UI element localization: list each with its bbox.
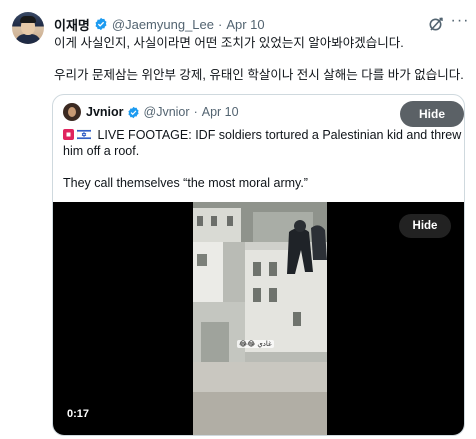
video-timestamp: 0:17 xyxy=(67,408,90,420)
quoted-author-name[interactable]: Jvnior xyxy=(86,105,124,119)
video-caption-emoji: 😂😂 xyxy=(239,341,256,348)
video-player[interactable]: 😂😂 غادي Hide 0:17 xyxy=(53,202,464,435)
video-hide-button[interactable]: Hide xyxy=(399,214,451,238)
tweet-text-line-2: 우리가 문제삼는 위안부 강제, 유태인 학살이나 전시 살해는 다를 바가 없… xyxy=(54,68,464,82)
video-still-image xyxy=(193,202,327,435)
video-caption: 😂😂 غادي xyxy=(237,340,274,348)
separator-dot: · xyxy=(218,16,223,32)
verified-badge-icon xyxy=(127,106,139,118)
quoted-text: LIVE FOOTAGE: IDF soldiers tortured a Pa… xyxy=(97,128,462,142)
grok-icon[interactable] xyxy=(428,16,444,32)
author-avatar[interactable] xyxy=(12,12,44,44)
palestine-flag-icon xyxy=(63,129,74,140)
tweet-header: 이재명 @Jaemyung_Lee · Apr 10 xyxy=(54,14,265,34)
quoted-tweet[interactable]: Jvnior @Jvnior · Apr 10 Hide LIVE FOOTAG… xyxy=(52,94,465,436)
verified-badge-icon xyxy=(95,17,107,31)
israel-flag-icon xyxy=(77,129,91,140)
separator-dot: · xyxy=(193,105,198,119)
author-name[interactable]: 이재명 xyxy=(54,15,90,34)
more-icon[interactable]: ··· xyxy=(450,13,470,34)
quoted-text-line-1: LIVE FOOTAGE: IDF soldiers tortured a Pa… xyxy=(63,127,461,143)
quoted-author-avatar[interactable] xyxy=(63,103,81,121)
author-handle[interactable]: @Jaemyung_Lee xyxy=(112,17,214,32)
video-frame: 😂😂 غادي xyxy=(193,202,327,435)
tweet-text-line-1: 이게 사실인지, 사실이라면 어떤 조치가 있었는지 알아봐야겠습니다. xyxy=(54,36,404,50)
quoted-tweet-date[interactable]: Apr 10 xyxy=(202,105,239,119)
video-caption-text: غادي xyxy=(257,341,272,348)
quoted-tweet-header: Jvnior @Jvnior · Apr 10 xyxy=(86,103,239,121)
quoted-text-line-3: They call themselves “the most moral arm… xyxy=(63,176,308,190)
quoted-author-handle[interactable]: @Jvnior xyxy=(144,105,190,119)
quoted-text-line-2: him off a roof. xyxy=(63,144,140,158)
tweet-date[interactable]: Apr 10 xyxy=(226,17,264,32)
hide-button[interactable]: Hide xyxy=(400,101,464,127)
